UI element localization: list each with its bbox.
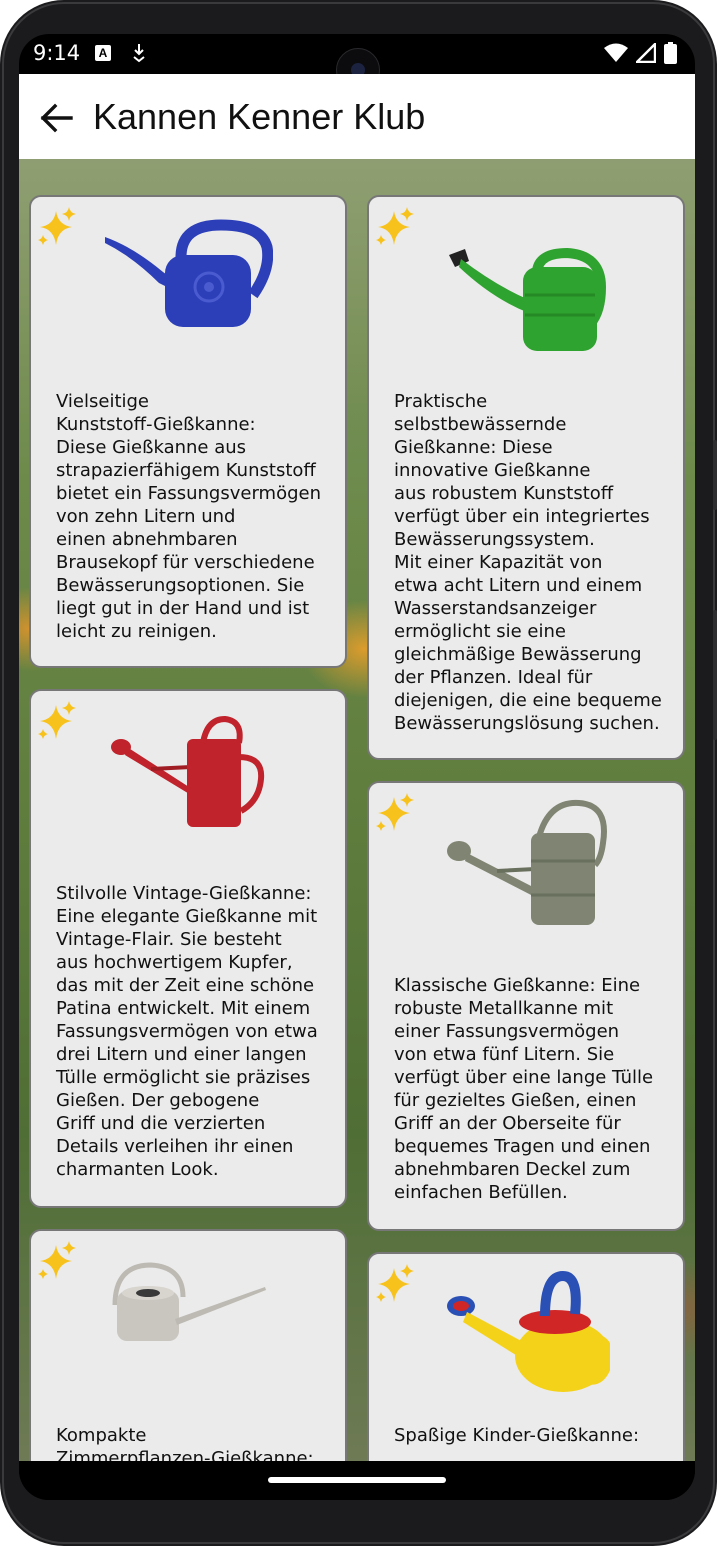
page-title: Kannen Kenner Klub bbox=[93, 96, 426, 137]
card-text-line: das mit der Zeit eine schöne bbox=[56, 975, 315, 996]
card-text-line: etwa acht Litern und einem bbox=[394, 575, 643, 596]
card-text-line: Details verleihen ihr einen bbox=[56, 1136, 294, 1157]
card-text-line: Kunststoff-Gießkanne: bbox=[56, 414, 256, 435]
card-description: Stilvolle Vintage-Gießkanne: Eine elegan… bbox=[56, 882, 318, 1181]
card-text-line: diejenigen, die eine bequeme bbox=[394, 690, 662, 711]
card-text-line: gleichmäßige Bewässerung bbox=[394, 644, 642, 665]
card-text-line: von etwa fünf Litern. Sie bbox=[394, 1044, 615, 1065]
card-description: Klassische Gießkanne: Eine robuste Metal… bbox=[394, 974, 653, 1204]
system-icons bbox=[604, 42, 677, 64]
card-text-line: einfachen Befüllen. bbox=[394, 1182, 568, 1203]
card-description: Spaßige Kinder-Gießkanne: bbox=[394, 1424, 639, 1447]
card-text-line: ermöglicht sie eine bbox=[394, 621, 566, 642]
card-text-line: Spaßige Kinder-Gießkanne: bbox=[394, 1425, 640, 1446]
card-text-line: Bewässerungssystem. bbox=[394, 529, 595, 550]
card-text-line: Stilvolle Vintage-Gießkanne: bbox=[56, 883, 312, 904]
card-kids-can[interactable]: Spaßige Kinder-Gießkanne: bbox=[367, 1252, 685, 1461]
card-text-line: Bewässerungslösung suchen. bbox=[394, 713, 660, 734]
card-text-line: Griff und die verzierten bbox=[56, 1113, 266, 1134]
card-description: Praktische selbstbewässernde Gießkanne: … bbox=[394, 390, 662, 735]
home-gesture-handle[interactable] bbox=[268, 1477, 446, 1483]
card-text-line: Kompakte bbox=[56, 1425, 147, 1446]
card-text-line: drei Litern und einer langen bbox=[56, 1044, 307, 1065]
green-watering-can-image bbox=[449, 247, 607, 351]
card-text-line: Bewässerungsoptionen. Sie bbox=[56, 575, 305, 596]
card-red-vintage-can[interactable]: Stilvolle Vintage-Gießkanne: Eine elegan… bbox=[29, 689, 347, 1208]
card-text-line: abnehmbaren Deckel zum bbox=[394, 1159, 631, 1180]
card-text-line: liegt gut in der Hand und ist bbox=[56, 598, 310, 619]
signal-icon bbox=[636, 43, 656, 63]
card-text-line: innovative Gießkanne bbox=[394, 460, 591, 481]
card-green-self-watering-can[interactable]: Praktische selbstbewässernde Gießkanne: … bbox=[367, 195, 685, 760]
card-text-line: Klassische Gießkanne: Eine bbox=[394, 975, 641, 996]
card-text-line: leicht zu reinigen. bbox=[56, 621, 217, 642]
card-text-line: robuste Metallkanne mit bbox=[394, 998, 614, 1019]
arrow-back-icon[interactable] bbox=[37, 98, 77, 138]
card-text-line: Griff an der Oberseite für bbox=[394, 1113, 621, 1134]
card-text-line: einen abnehmbaren bbox=[56, 529, 238, 550]
card-description: Kompakte Zimmerpflanzen-Gießkanne: bbox=[56, 1424, 314, 1461]
download-icon bbox=[133, 44, 145, 63]
card-text-line: bietet ein Fassungsvermögen bbox=[56, 483, 321, 504]
status-bar: 9:14 A bbox=[19, 34, 695, 92]
navigation-bar bbox=[19, 1461, 695, 1500]
card-text-line: einer Fassungsvermögen bbox=[394, 1021, 620, 1042]
card-text-line: Fassungsvermögen von etwa bbox=[56, 1021, 318, 1042]
metal-watering-can-image bbox=[447, 799, 607, 925]
red-watering-can-image bbox=[111, 715, 265, 827]
screen: 9:14 A Kannen Kenner Klub Vielseitige Ku… bbox=[19, 34, 695, 1500]
app-bar: Kannen Kenner Klub bbox=[19, 74, 695, 159]
card-text-line: Brausekopf für verschiedene bbox=[56, 552, 315, 573]
card-grid[interactable]: Vielseitige Kunststoff-Gießkanne: Diese … bbox=[19, 159, 695, 1461]
card-text-line: aus robustem Kunststoff bbox=[394, 483, 614, 504]
card-text-line: für gezieltes Gießen, einen bbox=[394, 1090, 637, 1111]
card-text-line: Mit einer Kapazität von bbox=[394, 552, 603, 573]
sparkles-icon bbox=[38, 207, 76, 245]
card-classic-metal-can[interactable]: Klassische Gießkanne: Eine robuste Metal… bbox=[367, 781, 685, 1231]
card-text-line: Diese Gießkanne aus bbox=[56, 437, 247, 458]
wifi-icon bbox=[604, 43, 628, 62]
sparkles-icon bbox=[376, 1264, 414, 1302]
card-text-line: Eine elegante Gießkanne mit bbox=[56, 906, 318, 927]
kids-watering-can-image bbox=[447, 1270, 610, 1392]
card-text-line: aus hochwertigem Kupfer, bbox=[56, 952, 293, 973]
card-text-line: verfügt über ein integriertes bbox=[394, 506, 650, 527]
sparkles-icon bbox=[38, 701, 76, 739]
card-text-line: strapazierfähigem Kunststoff bbox=[56, 460, 316, 481]
card-text-line: Gießkanne: Diese bbox=[394, 437, 553, 458]
card-text-line: der Pflanzen. Ideal für bbox=[394, 667, 593, 688]
card-text-line: Vielseitige bbox=[56, 391, 150, 412]
card-text-line: Wasserstandsanzeiger bbox=[394, 598, 597, 619]
sparkles-icon bbox=[38, 1241, 76, 1279]
stainless-watering-can-image bbox=[112, 1262, 266, 1341]
card-description: Vielseitige Kunststoff-Gießkanne: Diese … bbox=[56, 390, 321, 643]
status-time: 9:14 bbox=[33, 41, 81, 65]
card-text-line: verfügt über eine lange Tülle bbox=[394, 1067, 654, 1088]
card-text-line: bequemes Tragen und einen bbox=[394, 1136, 651, 1157]
sparkles-icon bbox=[376, 207, 414, 245]
phone-frame: 9:14 A Kannen Kenner Klub Vielseitige Ku… bbox=[0, 0, 717, 1546]
card-text-line: selbstbewässernde bbox=[394, 414, 567, 435]
volume-button bbox=[713, 440, 717, 510]
card-text-line: von zehn Litern und bbox=[56, 506, 236, 527]
card-blue-plastic-can[interactable]: Vielseitige Kunststoff-Gießkanne: Diese … bbox=[29, 195, 347, 668]
card-text-line: Zimmerpflanzen-Gießkanne: bbox=[56, 1448, 314, 1461]
card-text-line: Vintage-Flair. Sie besteht bbox=[56, 929, 282, 950]
battery-icon bbox=[664, 42, 677, 64]
card-text-line: Patina entwickelt. Mit einem bbox=[56, 998, 311, 1019]
card-text-line: Gießen. Der gebogene bbox=[56, 1090, 260, 1111]
blue-watering-can-image bbox=[105, 219, 273, 327]
card-indoor-plant-can[interactable]: Kompakte Zimmerpflanzen-Gießkanne: bbox=[29, 1229, 347, 1461]
sparkles-icon bbox=[376, 793, 414, 831]
card-text-line: Praktische bbox=[394, 391, 488, 412]
power-button bbox=[713, 610, 717, 740]
card-text-line: Tülle ermöglicht sie präzises bbox=[56, 1067, 311, 1088]
a-icon: A bbox=[95, 45, 111, 61]
card-text-line: charmanten Look. bbox=[56, 1159, 219, 1180]
